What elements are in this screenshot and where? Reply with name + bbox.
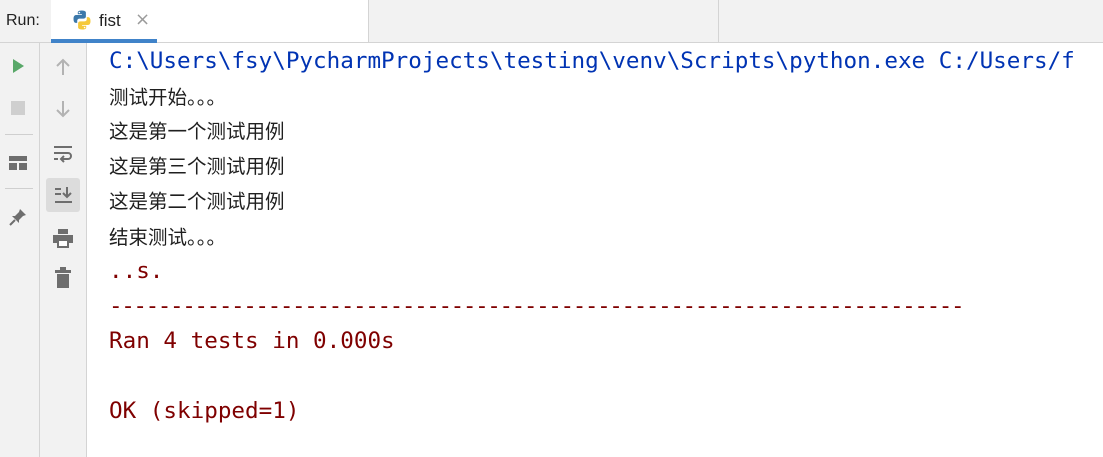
console-line: 这是第三个测试用例 bbox=[109, 155, 285, 178]
console-line: 这是第二个测试用例 bbox=[109, 190, 285, 213]
stop-icon[interactable] bbox=[2, 92, 34, 124]
down-arrow-icon[interactable] bbox=[47, 93, 79, 125]
command-line: C:\Users\fsy\PycharmProjects\testing\ven… bbox=[109, 48, 1075, 74]
run-toolbar-secondary bbox=[40, 43, 87, 457]
toolbar-separator bbox=[5, 134, 33, 135]
soft-wrap-icon[interactable] bbox=[47, 137, 79, 169]
console-line: 这是第一个测试用例 bbox=[109, 120, 285, 143]
pin-icon[interactable] bbox=[2, 201, 34, 233]
print-icon[interactable] bbox=[47, 222, 79, 254]
up-arrow-icon[interactable] bbox=[47, 51, 79, 83]
run-label: Run: bbox=[6, 12, 40, 29]
scroll-to-end-icon[interactable] bbox=[46, 178, 80, 212]
console-output[interactable]: C:\Users\fsy\PycharmProjects\testing\ven… bbox=[87, 43, 1103, 457]
toolbar-separator bbox=[5, 188, 33, 189]
tab-divider bbox=[718, 0, 719, 42]
test-result-dots: ..s. bbox=[109, 258, 164, 284]
run-tool-window-header: Run: fist × bbox=[0, 0, 1103, 43]
ran-summary: Ran 4 tests in 0.000s bbox=[109, 328, 395, 354]
run-tab-fist[interactable]: fist × bbox=[51, 0, 369, 42]
tab-title: fist bbox=[99, 11, 121, 30]
console-line: 测试开始。。。 bbox=[109, 86, 227, 109]
rerun-icon[interactable] bbox=[2, 50, 34, 82]
console-line: 结束测试。。。 bbox=[109, 226, 227, 249]
python-icon bbox=[71, 9, 93, 31]
close-icon[interactable]: × bbox=[135, 9, 150, 31]
trash-icon[interactable] bbox=[47, 262, 79, 294]
layout-icon[interactable] bbox=[2, 147, 34, 179]
separator-line: ----------------------------------------… bbox=[109, 293, 965, 319]
run-toolbar-primary bbox=[0, 43, 40, 457]
test-status: OK (skipped=1) bbox=[109, 398, 300, 424]
